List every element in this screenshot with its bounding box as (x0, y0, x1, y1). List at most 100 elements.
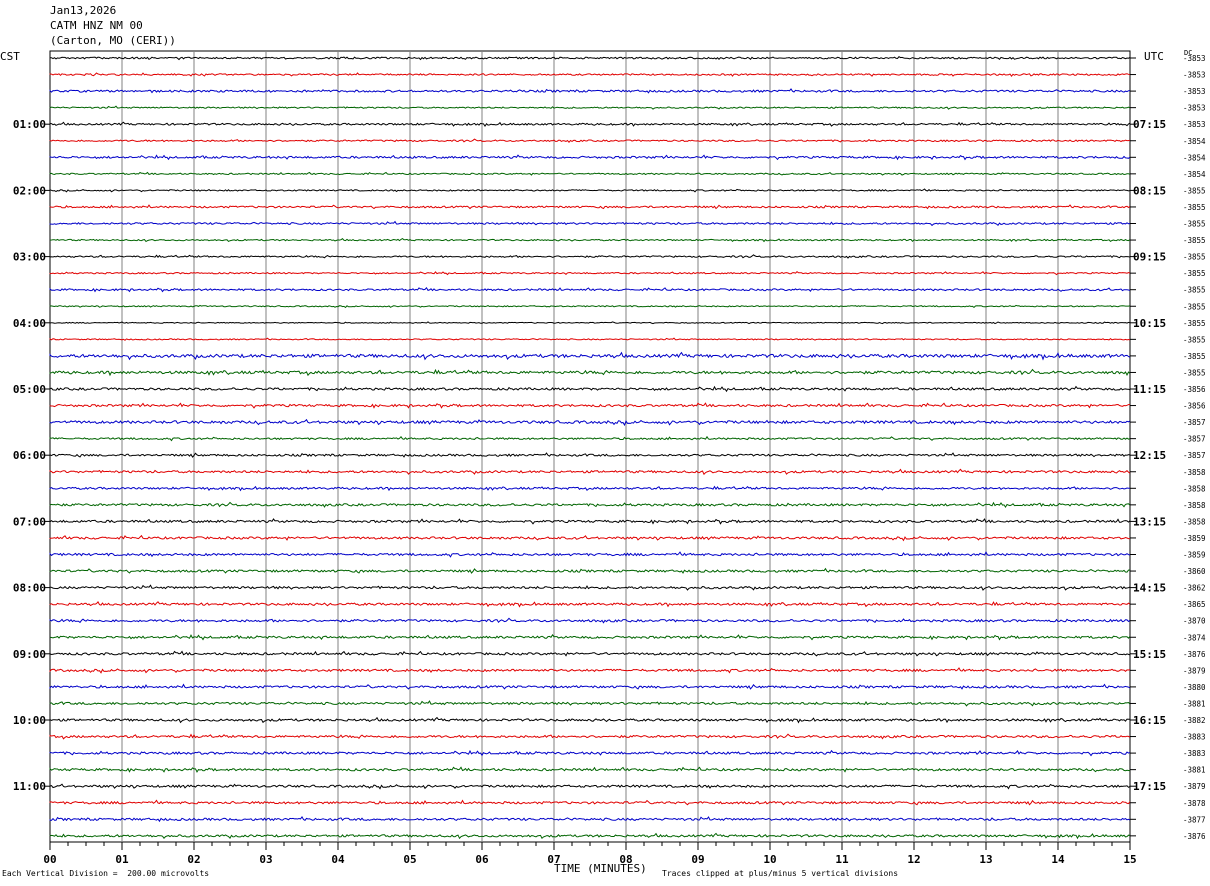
x-axis-label: TIME (MINUTES) (554, 862, 647, 875)
utc-hour-label: 11:15 (1133, 383, 1166, 396)
dc-offset-label: -3856 (1183, 385, 1206, 394)
dc-offset-label: -3855 (1183, 335, 1206, 344)
dc-offset-label: -3858 (1183, 501, 1206, 510)
dc-offset-label: -3855 (1183, 220, 1206, 229)
cst-hour-label: 10:00 (13, 714, 46, 727)
trace-line (49, 271, 1131, 276)
utc-hour-label: 10:15 (1133, 317, 1166, 330)
dc-offset-label: -3874 (1183, 633, 1206, 642)
trace-line (49, 220, 1131, 227)
dc-offset-label: -3859 (1183, 534, 1206, 543)
trace-line (49, 351, 1131, 361)
utc-hour-label: 13:15 (1133, 515, 1166, 528)
dc-offset-label: -3855 (1183, 302, 1206, 311)
trace-line (49, 254, 1131, 259)
trace-line (49, 88, 1131, 94)
trace-line (49, 452, 1131, 458)
x-tick-label: 09 (691, 853, 704, 866)
trace-line (49, 518, 1131, 525)
x-tick-label: 02 (187, 853, 200, 866)
trace-line (49, 534, 1131, 542)
dc-offset-label: -3853 (1183, 87, 1206, 96)
trace-line (49, 337, 1131, 341)
dc-offset-label: -3883 (1183, 733, 1206, 742)
footer-clip-note: Traces clipped at plus/minus 5 vertical … (662, 869, 899, 878)
trace-line (49, 617, 1131, 624)
x-tick-label: 01 (115, 853, 129, 866)
trace-line (49, 700, 1131, 707)
dc-offset-label: -3858 (1183, 517, 1206, 526)
trace-line (49, 832, 1131, 840)
trace-line (49, 601, 1131, 608)
trace-line (49, 435, 1131, 442)
trace-line (49, 650, 1131, 657)
dc-offset-label: -3876 (1183, 832, 1206, 841)
dc-offset-label: -3883 (1183, 749, 1206, 758)
x-tick-label: 14 (1051, 853, 1065, 866)
dc-offset-label: -3855 (1183, 368, 1206, 377)
utc-hour-label: 15:15 (1133, 648, 1166, 661)
plot-frame (49, 50, 1131, 843)
dc-offset-label: -3876 (1183, 650, 1206, 659)
dc-offset-label: -3853 (1183, 120, 1206, 129)
dc-offset-label: -3857 (1183, 418, 1206, 427)
x-tick-label: 13 (979, 853, 992, 866)
x-tick-label: 03 (259, 853, 272, 866)
dc-offset-label: -3855 (1183, 236, 1206, 245)
x-tick-label: 05 (403, 853, 416, 866)
x-tick-label: 10 (763, 853, 776, 866)
dc-offset-label: -3854 (1183, 153, 1206, 162)
x-tick-label: 04 (331, 853, 345, 866)
trace-line (49, 567, 1131, 574)
trace-line (49, 501, 1131, 509)
trace-line (49, 815, 1131, 823)
dc-offset-label: -3860 (1183, 567, 1206, 576)
trace-line (49, 138, 1131, 143)
dc-offset-label: -3858 (1183, 468, 1206, 477)
utc-hour-label: 14:15 (1133, 582, 1166, 595)
dc-offset-label: -3855 (1183, 352, 1206, 361)
trace-line (49, 733, 1131, 740)
cst-hour-label: 04:00 (13, 317, 46, 330)
dc-offset-label: -3853 (1183, 104, 1206, 113)
trace-line (49, 468, 1131, 476)
trace-line (49, 238, 1131, 243)
dc-offset-label: -3862 (1183, 584, 1206, 593)
x-tick-label: 12 (907, 853, 920, 866)
trace-line (49, 683, 1131, 690)
trace-line (49, 154, 1131, 161)
trace-line (49, 72, 1131, 78)
cst-hour-label: 02:00 (13, 184, 46, 197)
dc-offset-label: -3880 (1183, 683, 1206, 692)
trace-line (49, 634, 1131, 641)
cst-hour-label: 05:00 (13, 383, 46, 396)
trace-line (49, 321, 1131, 325)
trace-line (49, 783, 1131, 790)
utc-hour-label: 08:15 (1133, 184, 1166, 197)
dc-offset-label: -3855 (1183, 319, 1206, 328)
dc-offset-label: -3878 (1183, 799, 1206, 808)
dc-offset-label: -3879 (1183, 666, 1206, 675)
dc-offset-label: -3879 (1183, 782, 1206, 791)
trace-line (49, 402, 1131, 409)
dc-offset-label: -3857 (1183, 451, 1206, 460)
x-tick-label: 06 (475, 853, 489, 866)
trace-line (49, 171, 1131, 176)
dc-offset-label: -3855 (1183, 269, 1206, 278)
trace-line (49, 56, 1131, 61)
utc-hour-label: 17:15 (1133, 780, 1166, 793)
dc-offset-label: -3857 (1183, 435, 1206, 444)
utc-hour-label: 16:15 (1133, 714, 1166, 727)
trace-line (49, 385, 1131, 393)
trace-line (49, 716, 1130, 724)
cst-hour-label: 03:00 (13, 251, 46, 264)
dc-offset-label: -3858 (1183, 484, 1206, 493)
dc-offset-label: -3881 (1183, 699, 1206, 708)
trace-line (49, 799, 1131, 806)
dc-offset-label: -3865 (1183, 600, 1206, 609)
cst-hour-label: 08:00 (13, 582, 46, 595)
dc-offset-label: -3870 (1183, 617, 1206, 626)
dc-offset-label: -3855 (1183, 203, 1206, 212)
trace-line (49, 105, 1131, 110)
dc-offset-label: -3855 (1183, 253, 1206, 262)
